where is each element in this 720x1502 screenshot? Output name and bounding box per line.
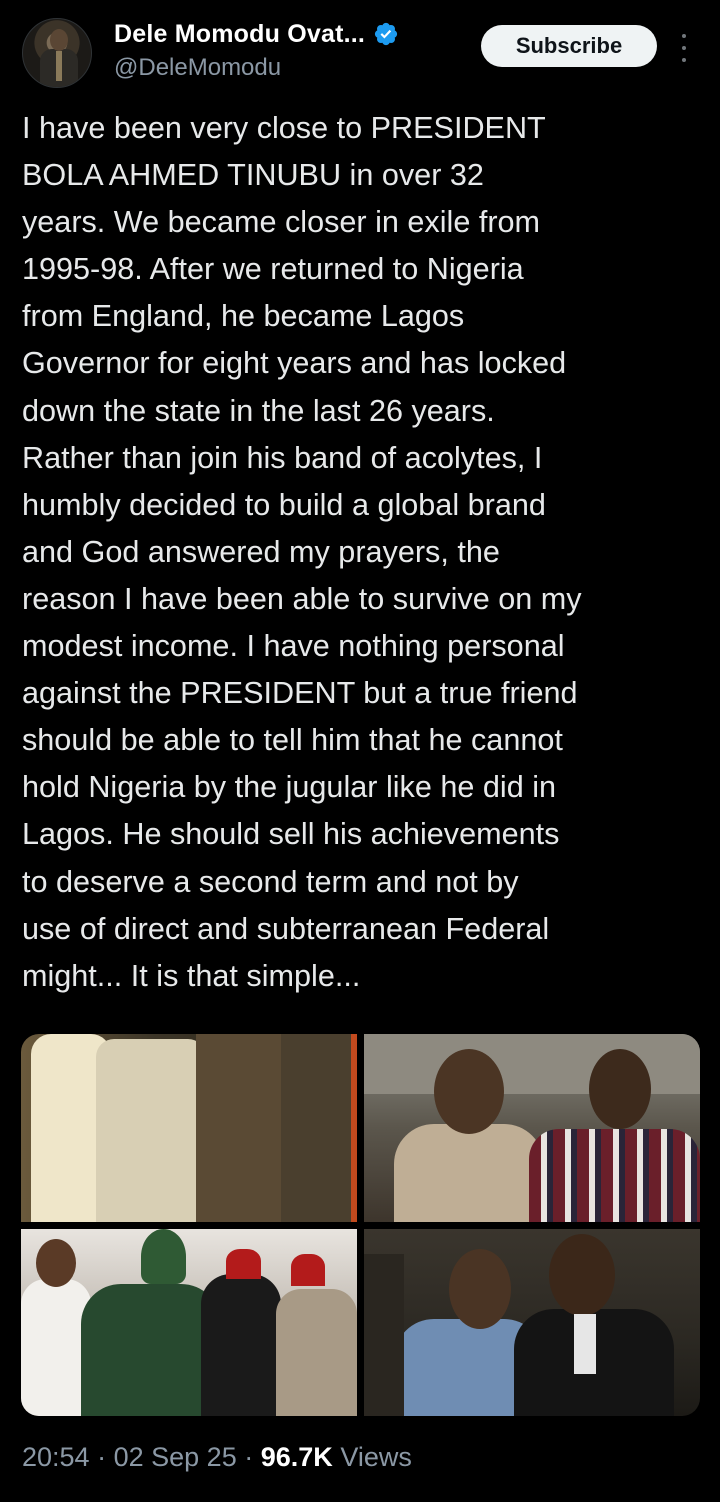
more-dot [682,34,686,38]
author-name-row[interactable]: Dele Momodu Ovat... [114,18,399,50]
verified-badge-icon [374,22,398,46]
avatar-figure-head [50,29,68,51]
subscribe-button[interactable]: Subscribe [481,25,657,67]
avatar[interactable] [22,18,92,88]
tweet-header: Dele Momodu Ovat... @DeleMomodu Subscrib… [0,0,720,100]
photo-two-men-smiling-outdoors[interactable] [364,1034,700,1222]
more-dot [682,46,686,50]
tweet-date[interactable]: 02 Sep 25 [114,1442,237,1472]
tweet-time[interactable]: 20:54 [22,1442,90,1472]
author-handle[interactable]: @DeleMomodu [114,54,281,82]
views-label[interactable]: Views [340,1442,412,1472]
meta-separator: · [244,1442,254,1472]
media-grid [21,1034,700,1416]
more-dot [682,58,686,62]
more-vertical-icon[interactable] [672,30,696,66]
tweet-detail-page: Dele Momodu Ovat... @DeleMomodu Subscrib… [0,0,720,1502]
meta-separator: · [97,1442,107,1472]
views-count[interactable]: 96.7K [261,1442,333,1472]
photo-men-in-suits[interactable] [364,1229,700,1416]
avatar-figure-tie [56,51,62,81]
author-display-name[interactable]: Dele Momodu Ovat... [114,20,365,49]
tweet-meta: 20:54 · 02 Sep 25 · 96.7K Views [22,1442,412,1473]
photo-group-embrace[interactable] [21,1229,357,1416]
photo-men-in-agbada[interactable] [21,1034,357,1222]
tweet-text: I have been very close to PRESIDENT BOLA… [22,111,582,993]
